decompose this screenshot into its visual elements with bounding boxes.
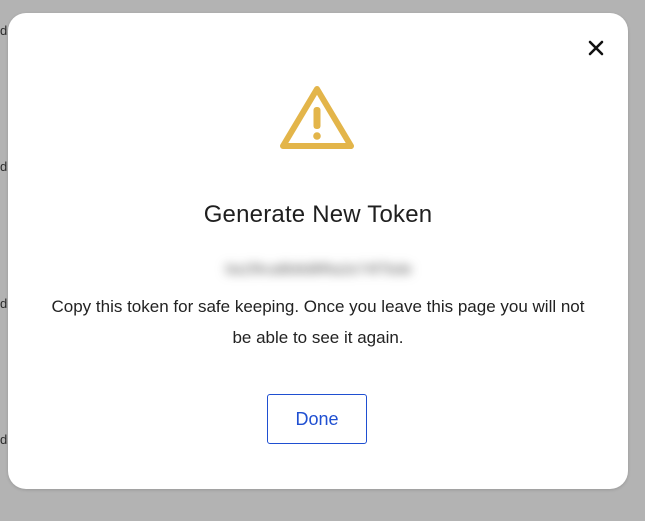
close-button[interactable] — [586, 38, 606, 58]
dialog-message: Copy this token for safe keeping. Once y… — [51, 297, 585, 347]
background-row-text: d — [0, 433, 8, 447]
background-row-text: d — [0, 160, 8, 174]
done-button[interactable]: Done — [267, 394, 367, 444]
background-row-text: d — [0, 24, 8, 38]
generate-token-dialog: Generate New Token 0a1f9ca8b8d8f6a2e74f7… — [8, 13, 628, 489]
token-value: 0a1f9ca8b8d8f6a2e74f7bde — [225, 261, 412, 278]
warning-triangle-icon — [280, 86, 354, 149]
background-row-text: d — [0, 297, 8, 311]
dialog-title: Generate New Token — [203, 201, 433, 228]
close-icon — [588, 40, 604, 56]
